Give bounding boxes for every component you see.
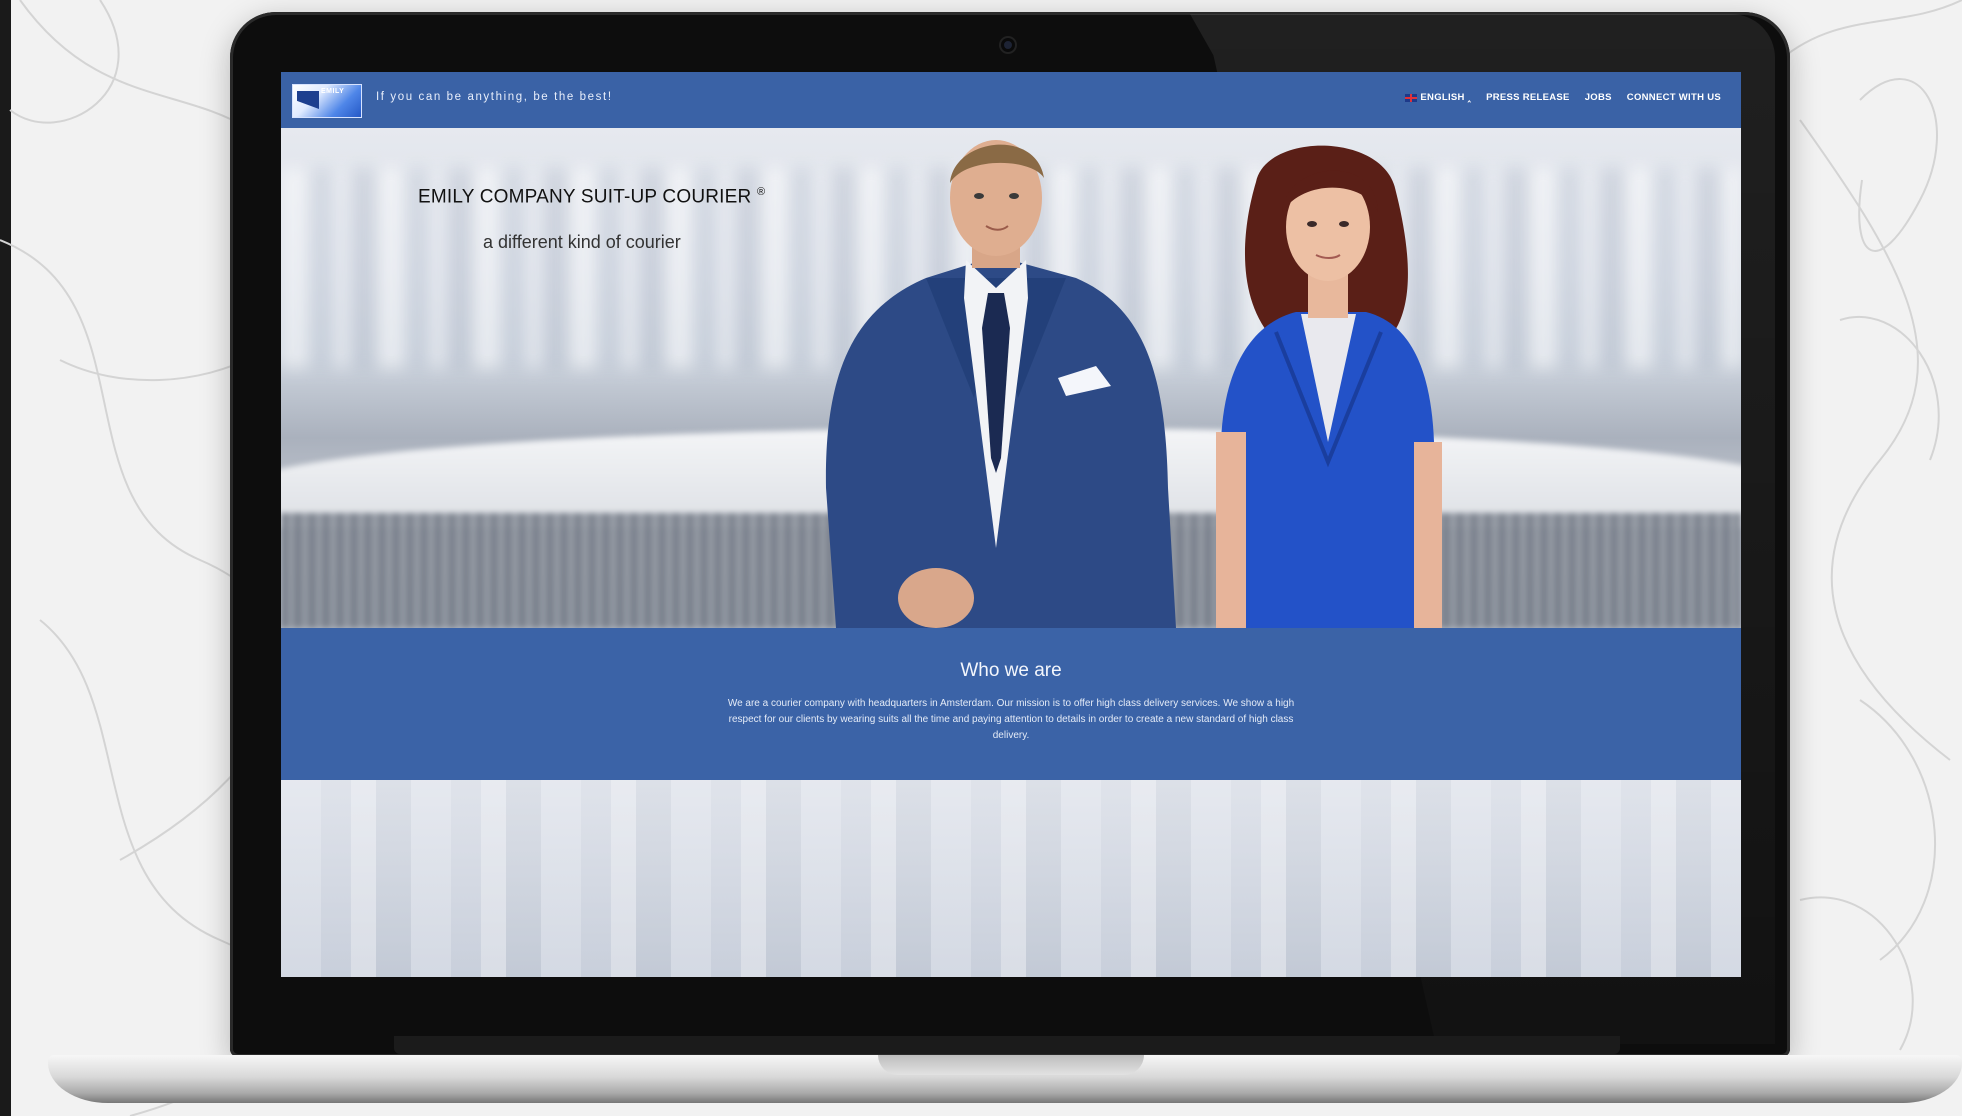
blurred-city-band: [281, 780, 1741, 977]
language-label: ENGLISH: [1420, 92, 1465, 103]
site-header: EMILY If you can be anything, be the bes…: [281, 72, 1741, 128]
hero-title-text: EMILY COMPANY SUIT-UP COURIER: [418, 186, 752, 208]
hero-banner: EMILY COMPANY SUIT-UP COURIER ® a differ…: [281, 128, 1741, 628]
nav-jobs[interactable]: JOBS: [1585, 92, 1612, 103]
language-selector[interactable]: ENGLISH ‸: [1405, 92, 1471, 103]
tagline: If you can be anything, be the best!: [376, 91, 613, 103]
company-logo[interactable]: EMILY: [292, 84, 362, 118]
hero-title: EMILY COMPANY SUIT-UP COURIER ®: [418, 186, 765, 208]
nav-press-release[interactable]: PRESS RELEASE: [1486, 92, 1570, 103]
who-we-are-section: Who we are We are a courier company with…: [281, 628, 1741, 780]
section-title: Who we are: [960, 660, 1062, 681]
laptop-opening-notch: [878, 1055, 1144, 1075]
uk-flag-icon: [1405, 93, 1418, 102]
main-nav: ENGLISH ‸ PRESS RELEASE JOBS CONNECT WIT…: [1405, 92, 1721, 103]
registered-mark: ®: [756, 186, 766, 198]
envelope-icon: [297, 91, 319, 109]
hero-subtitle: a different kind of courier: [483, 232, 681, 252]
webcam-icon: [1001, 38, 1015, 52]
chevron-up-icon: ‸: [1467, 92, 1472, 102]
logo-text: EMILY: [321, 88, 345, 95]
woman-in-blue-photo: [1216, 145, 1442, 628]
laptop-screen: EMILY If you can be anything, be the bes…: [281, 72, 1741, 977]
man-in-suit-photo: [825, 140, 1176, 628]
nav-connect[interactable]: CONNECT WITH US: [1627, 92, 1721, 103]
screen-bottom-bezel: [394, 1036, 1620, 1054]
section-description: We are a courier company with headquarte…: [727, 698, 1295, 741]
